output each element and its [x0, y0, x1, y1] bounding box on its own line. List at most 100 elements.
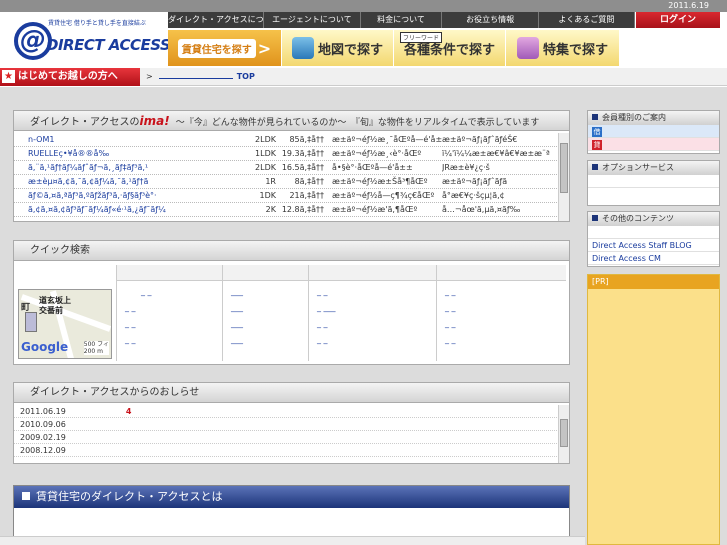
property-name[interactable]: ã,¢ã,¤ã,¢ãƒ³ãƒ¯ãƒ¼ãƒ«é·¹ã,¿ãƒ¯ãƒ¼	[14, 203, 226, 216]
quick-link[interactable]: ___	[231, 335, 308, 345]
news-date: 2010.09.06	[20, 420, 66, 429]
quick-link[interactable]: _ _	[125, 319, 222, 329]
special-search-label: 特集で探す	[542, 42, 608, 58]
ima-list: n-OM1 2LDK 85ã,‡å†† æ±äº¬éƒ½æ¸¯åŒºå—é'å±± æ±…	[14, 133, 559, 221]
news-scrollbar-thumb[interactable]	[560, 419, 568, 447]
property-station: å…¬åœ'ã,µã,¤ãƒ‰	[442, 205, 521, 214]
property-rent: 16.5ã,‡å††	[281, 163, 324, 172]
nav-pricing[interactable]: 料金について	[360, 12, 443, 28]
quick-link[interactable]: _ _	[317, 335, 436, 345]
member-type-lender[interactable]: 貸	[588, 138, 719, 151]
quick-link[interactable]: _ _	[317, 287, 436, 297]
quick-link[interactable]: _ _	[125, 303, 222, 313]
property-name[interactable]: ãƒ©ã,¤ã,ªãƒ³ã,ºãƒžãƒ³ã,·ãƒ§ãƒ³è°·	[14, 189, 226, 202]
list-item[interactable]: æ±èµ¤ã,¢ã,¯ã,¢ãƒ¼ã,¯ã,¹ãƒ†ã 1R 8ã,‡å†† æ±äº…	[14, 175, 559, 189]
news-item[interactable]: 2011.06.19 4	[14, 405, 559, 418]
property-address: æ±äº¬éƒ½å—ç¶¾ç€åŒº	[332, 191, 435, 200]
quick-col-2: ___ ___ ___ ___	[222, 265, 308, 361]
news-item[interactable]: 2009.02.19	[14, 431, 559, 444]
quick-col-header	[437, 265, 566, 281]
quick-link[interactable]: ___	[231, 319, 308, 329]
logo-name: DIRECT ACCESS	[46, 36, 171, 54]
breadcrumb-separator: >	[146, 72, 153, 81]
list-item[interactable]: ã,¢ã,¤ã,¢ãƒ³ãƒ¯ãƒ¼ãƒ«é·¹ã,¿ãƒ¯ãƒ¼ 2K 12.8ã…	[14, 203, 559, 217]
mini-map[interactable]: 町 道玄坂上 交番前 Google 500 フィ 200 m	[18, 289, 112, 359]
property-rent: 8ã,‡å††	[294, 177, 324, 186]
rent-search-label: 賃貸住宅を探す	[177, 38, 256, 58]
login-button[interactable]: ログイン	[636, 12, 720, 28]
property-name[interactable]: æ±èµ¤ã,¢ã,¯ã,¢ãƒ¼ã,¯ã,¹ãƒ†ã	[14, 175, 226, 188]
news-scrollbar[interactable]	[558, 405, 569, 463]
search-bar: 賃貸住宅を探す > 地図で探す フリーワード 各種条件で探す 特集で探す	[168, 30, 720, 66]
quick-link[interactable]: ___	[231, 287, 308, 297]
breadcrumb-top-link[interactable]: TOP	[237, 72, 255, 81]
quick-link[interactable]: _ _	[141, 287, 222, 297]
quick-link[interactable]: _ _	[445, 335, 566, 345]
ima-scrollbar-thumb[interactable]	[560, 143, 568, 193]
rent-search-button[interactable]: 賃貸住宅を探す >	[168, 30, 282, 66]
freeword-tag: フリーワード	[400, 32, 443, 43]
news-header: ダイレクト・アクセスからのおしらせ	[14, 383, 569, 403]
cm-link[interactable]: Direct Access CM	[588, 252, 719, 265]
special-search-button[interactable]: 特集で探す	[506, 30, 620, 66]
nav-faq[interactable]: よくあるご質問	[538, 12, 635, 28]
property-station: ï¼'ï¼¼æ±æ€¥â€¥æ±æ¨ª	[442, 149, 550, 158]
page-scrollbar[interactable]	[0, 536, 585, 545]
map-search-label: 地図で探す	[317, 42, 383, 58]
ima-header: ダイレクト・アクセスのima! ～『今』どんな物件が見られているのか～ 『旬』な物…	[14, 111, 569, 131]
map-label-line1: 道玄坂上	[39, 296, 71, 305]
quick-link[interactable]: _ _	[445, 319, 566, 329]
square-bullet-icon	[22, 492, 30, 500]
quick-link[interactable]: _ ___	[317, 303, 436, 313]
list-item[interactable]: RUELLEç•¥å®®å‰ 1LDK 19.3ã,‡å†† æ±äº¬éƒ½æ¸‹è…	[14, 147, 559, 161]
nav-useful-info[interactable]: お役立ち情報	[442, 12, 539, 28]
ima-subtitle: ～『今』どんな物件が見られているのか～ 『旬』な物件をリアルタイムで表示していま…	[175, 118, 540, 128]
map-search-button[interactable]: 地図で探す	[282, 30, 394, 66]
nav-agent[interactable]: エージェントについて	[264, 12, 361, 28]
others-header: その他のコンテンツ	[588, 212, 719, 226]
quick-link[interactable]: ___	[231, 303, 308, 313]
google-logo: Google	[21, 340, 69, 354]
map-label-line2: 交番前	[39, 306, 63, 315]
member-type-borrower[interactable]: 借	[588, 125, 719, 138]
quick-link[interactable]: _ _	[317, 319, 436, 329]
map-zoom-control[interactable]	[25, 312, 37, 332]
options-box: オプションサービス	[587, 160, 720, 206]
property-station: å°æ€¥ç·šçµ¦ã,¢	[442, 191, 505, 200]
quick-link[interactable]: _ _	[445, 287, 566, 297]
staff-blog-link[interactable]: Direct Access Staff BLOG	[588, 239, 719, 252]
news-list: 2011.06.19 4 2010.09.06 2009.02.19 2008.1…	[14, 405, 559, 463]
property-rent: 85ã,‡å††	[289, 135, 324, 144]
quick-link[interactable]: _ _	[445, 303, 566, 313]
others-title: その他のコンテンツ	[602, 214, 674, 223]
condition-search-button[interactable]: フリーワード 各種条件で探す	[394, 30, 506, 66]
square-bullet-icon	[592, 114, 598, 120]
members-title: 会員種別のご案内	[602, 113, 666, 122]
news-item[interactable]: 2008.12.09	[14, 444, 559, 457]
property-layout: 2LDK	[255, 135, 276, 144]
main-content: ダイレクト・アクセスのima! ～『今』どんな物件が見られているのか～ 『旬』な物…	[0, 87, 585, 545]
right-sidebar: 会員種別のご案内 借 貸 オプションサービス その他のコンテンツ Direct …	[585, 87, 727, 545]
list-item[interactable]: ãƒ©ã,¤ã,ªãƒ³ã,ºãƒžãƒ³ã,·ãƒ§ãƒ³è°· 1DK 21ã,…	[14, 189, 559, 203]
breadcrumb: > TOP	[146, 72, 255, 81]
news-item[interactable]: 2010.09.06	[14, 418, 559, 431]
option-item[interactable]	[588, 175, 719, 188]
property-name[interactable]: RUELLEç•¥å®®å‰	[14, 147, 226, 160]
members-header: 会員種別のご案内	[588, 111, 719, 125]
site-logo[interactable]: 賃貸住宅 借り手と貸し手を直接結ぶ @ DIRECT ACCESS	[14, 14, 171, 64]
property-address: æ±äº¬éƒ½æ±Šå³¶åŒº	[332, 177, 428, 186]
ima-scrollbar[interactable]	[558, 133, 569, 221]
pr-box: [PR]	[587, 274, 720, 545]
about-header[interactable]: 賃貸住宅のダイレクト・アクセスとは	[14, 486, 569, 508]
property-name[interactable]: ã,¨ã,¹ãƒ†ãƒ¼ãƒˆãƒ¬ã,¸ãƒ‡ãƒ³ã,¹	[14, 161, 226, 174]
members-box: 会員種別のご案内 借 貸	[587, 110, 720, 154]
square-bullet-icon	[592, 164, 598, 170]
nav-about[interactable]: ダイレクト・アクセスについて	[168, 12, 265, 28]
list-item[interactable]: ã,¨ã,¹ãƒ†ãƒ¼ãƒˆãƒ¬ã,¸ãƒ‡ãƒ³ã,¹ 2LDK 16.5ã,…	[14, 161, 559, 175]
property-name[interactable]: n-OM1	[14, 133, 226, 146]
list-item[interactable]: n-OM1 2LDK 85ã,‡å†† æ±äº¬éƒ½æ¸¯åŒºå—é'å±± æ±…	[14, 133, 559, 147]
first-visit-button[interactable]: ★ はじめてお越しの方へ	[0, 68, 140, 86]
quick-link[interactable]: _ _	[125, 335, 222, 345]
others-box: その他のコンテンツ Direct Access Staff BLOG Direc…	[587, 211, 720, 267]
current-date: 2011.6.19	[668, 1, 709, 10]
